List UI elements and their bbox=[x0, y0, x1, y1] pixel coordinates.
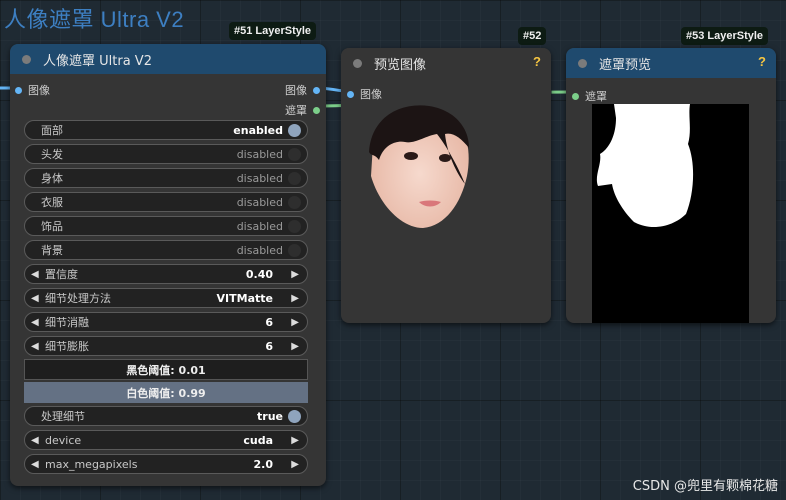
number-detail-erode[interactable]: ◀ 细节消融 6 ▶ bbox=[24, 312, 308, 332]
toggle-face[interactable]: 面部 enabled bbox=[24, 120, 308, 140]
widget-label: 细节消融 bbox=[45, 316, 89, 329]
collapse-dot-icon[interactable] bbox=[22, 54, 31, 64]
mask-preview-image bbox=[592, 104, 749, 323]
input-dot-icon bbox=[15, 86, 22, 94]
widget-label: max_megapixels bbox=[45, 457, 138, 471]
node-header[interactable]: 预览图像 ? bbox=[341, 48, 551, 78]
increment-arrow-icon[interactable]: ▶ bbox=[291, 341, 299, 352]
node-title: 预览图像 bbox=[374, 57, 427, 73]
input-slot-image[interactable]: 图像 bbox=[15, 82, 50, 98]
output-dot-icon bbox=[313, 106, 320, 114]
decrement-arrow-icon[interactable]: ◀ bbox=[31, 459, 39, 470]
widget-label: device bbox=[45, 433, 82, 447]
collapse-dot-icon[interactable] bbox=[578, 58, 587, 68]
number-max-megapixels[interactable]: ◀ max_megapixels 2.0 ▶ bbox=[24, 454, 308, 474]
number-detail-dilate[interactable]: ◀ 细节膨胀 6 ▶ bbox=[24, 336, 308, 356]
input-label: 图像 bbox=[28, 84, 50, 97]
toggle-clothes[interactable]: 衣服 disabled bbox=[24, 192, 308, 212]
widget-value: 2.0 bbox=[253, 457, 274, 471]
right-eye-shape bbox=[439, 154, 451, 162]
node-person-mask-ultra[interactable]: 人像遮罩 Ultra V2 图像 图像 遮罩 面部 enabled 头发 dis… bbox=[10, 44, 326, 486]
toggle-knob-icon bbox=[288, 172, 301, 185]
decrement-arrow-icon[interactable]: ◀ bbox=[31, 293, 39, 304]
widget-value: 6 bbox=[265, 315, 273, 329]
toggle-background[interactable]: 背景 disabled bbox=[24, 240, 308, 260]
node-title: 遮罩预览 bbox=[599, 57, 652, 73]
widget-label: 饰品 bbox=[41, 220, 63, 233]
widget-label: 面部 bbox=[41, 124, 63, 137]
widget-value: disabled bbox=[236, 219, 283, 233]
node-51-badge: #51 LayerStyle bbox=[229, 22, 317, 40]
widget-label: 衣服 bbox=[41, 196, 63, 209]
output-slot-image[interactable]: 图像 bbox=[285, 82, 320, 98]
widget-value: cuda bbox=[243, 433, 273, 447]
collapse-dot-icon[interactable] bbox=[353, 58, 362, 68]
widget-value: 0.40 bbox=[245, 267, 273, 281]
help-icon[interactable]: ? bbox=[533, 54, 541, 69]
help-icon[interactable]: ? bbox=[758, 54, 766, 69]
input-slot-mask[interactable]: 遮罩 bbox=[572, 88, 607, 104]
toggle-knob-icon bbox=[288, 124, 301, 137]
group-title: 人像遮罩 Ultra V2 bbox=[4, 7, 185, 32]
combo-device[interactable]: ◀ device cuda ▶ bbox=[24, 430, 308, 450]
node-mask-preview[interactable]: 遮罩预览 ? 遮罩 bbox=[566, 48, 776, 323]
widget-value: 6 bbox=[265, 339, 273, 353]
toggle-knob-icon bbox=[288, 220, 301, 233]
widget-label: 细节膨胀 bbox=[45, 340, 89, 353]
output-label: 遮罩 bbox=[285, 104, 307, 117]
widget-value: disabled bbox=[236, 147, 283, 161]
decrement-arrow-icon[interactable]: ◀ bbox=[31, 317, 39, 328]
input-label: 图像 bbox=[360, 88, 382, 101]
node-preview-image[interactable]: 预览图像 ? 图像 bbox=[341, 48, 551, 323]
input-slot-image[interactable]: 图像 bbox=[347, 86, 382, 102]
left-eye-shape bbox=[404, 152, 418, 160]
output-slot-mask[interactable]: 遮罩 bbox=[285, 102, 320, 118]
toggle-process-detail[interactable]: 处理细节 true bbox=[24, 406, 308, 426]
increment-arrow-icon[interactable]: ▶ bbox=[291, 317, 299, 328]
toggle-hair[interactable]: 头发 disabled bbox=[24, 144, 308, 164]
toggle-knob-icon bbox=[288, 410, 301, 423]
node-header[interactable]: 人像遮罩 Ultra V2 bbox=[10, 44, 326, 74]
node-header[interactable]: 遮罩预览 ? bbox=[566, 48, 776, 78]
widget-label: 背景 bbox=[41, 244, 63, 257]
watermark-text: CSDN @兜里有颗棉花糖 bbox=[632, 479, 778, 494]
toggle-knob-icon bbox=[288, 244, 301, 257]
input-label: 遮罩 bbox=[585, 90, 607, 103]
toggle-accessories[interactable]: 饰品 disabled bbox=[24, 216, 308, 236]
widget-value: disabled bbox=[236, 171, 283, 185]
node-53-badge: #53 LayerStyle bbox=[681, 27, 769, 45]
increment-arrow-icon[interactable]: ▶ bbox=[291, 293, 299, 304]
toggle-knob-icon bbox=[288, 148, 301, 161]
decrement-arrow-icon[interactable]: ◀ bbox=[31, 269, 39, 280]
toggle-knob-icon bbox=[288, 196, 301, 209]
widget-value: VITMatte bbox=[216, 291, 273, 305]
decrement-arrow-icon[interactable]: ◀ bbox=[31, 341, 39, 352]
output-dot-icon bbox=[313, 86, 320, 94]
node-52-badge: #52 bbox=[518, 27, 547, 45]
widget-value: disabled bbox=[236, 195, 283, 209]
output-label: 图像 bbox=[285, 84, 307, 97]
slider-black-threshold[interactable]: 黑色阈值: 0.01 bbox=[24, 359, 308, 380]
preview-face-image bbox=[369, 105, 469, 228]
combo-detail-method[interactable]: ◀ 细节处理方法 VITMatte ▶ bbox=[24, 288, 308, 308]
widget-value: true bbox=[257, 409, 283, 423]
widget-label: 身体 bbox=[41, 172, 63, 185]
increment-arrow-icon[interactable]: ▶ bbox=[291, 435, 299, 446]
widget-label: 处理细节 bbox=[41, 410, 85, 423]
slider-white-threshold[interactable]: 白色阈值: 0.99 bbox=[24, 382, 308, 403]
widget-value: disabled bbox=[236, 243, 283, 257]
number-confidence[interactable]: ◀ 置信度 0.40 ▶ bbox=[24, 264, 308, 284]
increment-arrow-icon[interactable]: ▶ bbox=[291, 459, 299, 470]
widget-label: 置信度 bbox=[45, 268, 78, 281]
input-dot-icon bbox=[347, 90, 354, 98]
widget-label: 头发 bbox=[41, 148, 63, 161]
widget-value: enabled bbox=[233, 123, 283, 137]
node-title: 人像遮罩 Ultra V2 bbox=[43, 53, 152, 69]
input-dot-icon bbox=[572, 92, 579, 100]
increment-arrow-icon[interactable]: ▶ bbox=[291, 269, 299, 280]
toggle-body[interactable]: 身体 disabled bbox=[24, 168, 308, 188]
widget-label: 细节处理方法 bbox=[45, 292, 111, 305]
decrement-arrow-icon[interactable]: ◀ bbox=[31, 435, 39, 446]
